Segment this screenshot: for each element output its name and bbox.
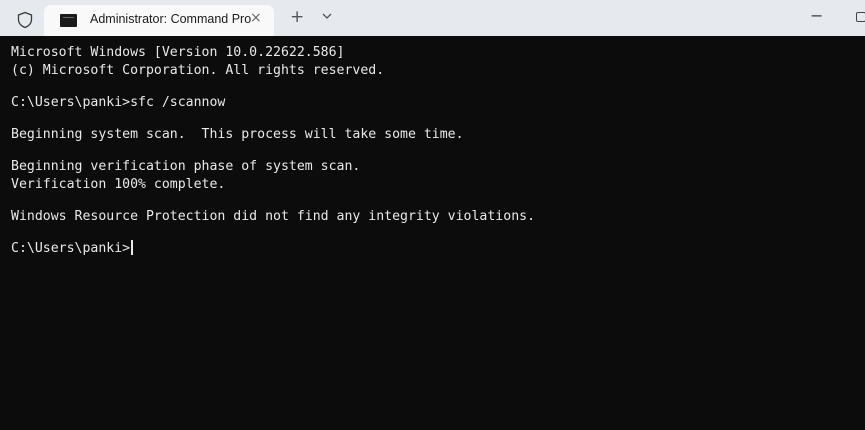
console-output[interactable]: Microsoft Windows [Version 10.0.22622.58…	[0, 36, 865, 430]
terminal-window: Administrator: Command Pro × + − Microso…	[0, 0, 865, 430]
text-cursor	[131, 240, 133, 255]
console-line: Beginning system scan. This process will…	[11, 127, 464, 142]
console-line: C:\Users\panki>sfc /scannow	[11, 95, 226, 110]
console-line: Windows Resource Protection did not find…	[11, 209, 536, 224]
title-bar[interactable]: Administrator: Command Pro × + −	[0, 0, 865, 36]
console-line: Beginning verification phase of system s…	[11, 159, 361, 174]
tab-title: Administrator: Command Pro	[90, 12, 252, 26]
console-line: Microsoft Windows [Version 10.0.22622.58…	[11, 45, 345, 60]
chevron-down-icon[interactable]	[320, 10, 334, 22]
close-icon[interactable]: ×	[250, 10, 262, 26]
console-line: (c) Microsoft Corporation. All rights re…	[11, 63, 385, 78]
console-line: Verification 100% complete.	[11, 177, 226, 192]
prompt-text: C:\Users\panki>	[11, 241, 131, 256]
tab-administrator-command-prompt[interactable]: Administrator: Command Pro ×	[44, 5, 274, 36]
maximize-icon[interactable]	[856, 12, 865, 22]
cmd-app-icon	[60, 14, 77, 27]
shield-icon	[17, 11, 33, 29]
minimize-icon[interactable]: −	[810, 8, 823, 24]
plus-icon[interactable]: +	[290, 8, 304, 26]
prompt-line[interactable]: C:\Users\panki>	[11, 240, 865, 258]
